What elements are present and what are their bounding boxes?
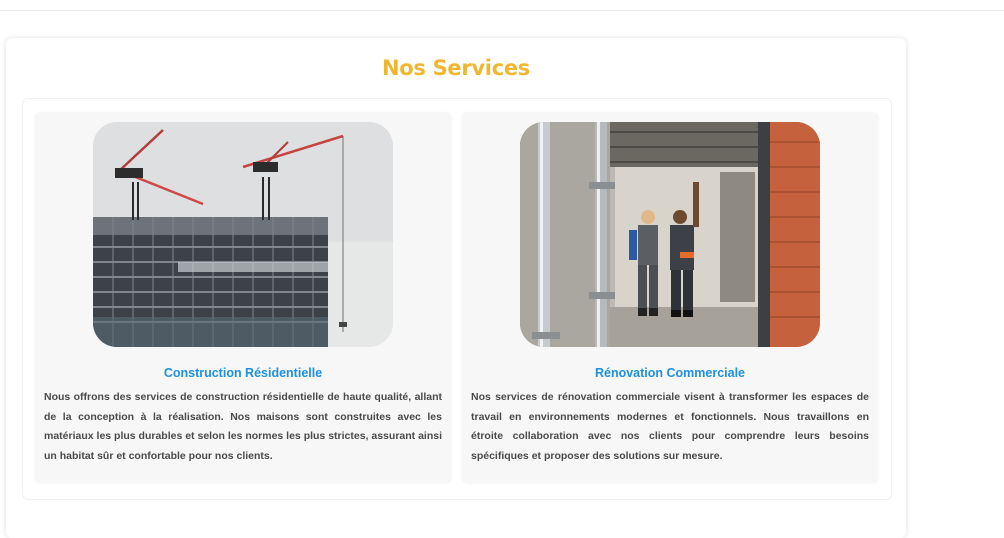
service-description: Nous offrons des services de constructio… <box>44 391 442 462</box>
service-title: Construction Résidentielle <box>163 366 323 380</box>
service-title: Rénovation Commerciale <box>594 366 746 380</box>
section-title: Nos Services <box>381 56 530 80</box>
service-image-renovation <box>520 122 820 347</box>
service-card-construction: Construction Résidentielle Nous offrons … <box>35 112 451 482</box>
service-description: Nos services de rénovation commerciale v… <box>471 391 869 462</box>
header-divider <box>0 0 1004 11</box>
service-image-construction <box>93 122 393 347</box>
service-card-renovation: Rénovation Commerciale Nos services de r… <box>462 112 878 482</box>
